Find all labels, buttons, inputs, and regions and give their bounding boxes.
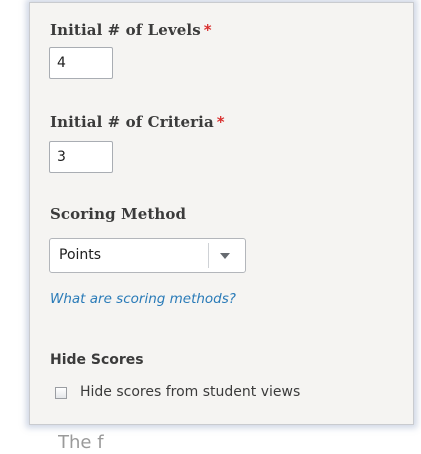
required-asterisk-icon: * [216,113,225,131]
scoring-methods-help-link[interactable]: What are scoring methods? [50,291,236,307]
required-asterisk-icon: * [203,21,212,39]
hide-scores-label: Hide Scores [50,352,144,368]
levels-label: Initial # of Levels * [50,21,212,39]
chevron-down-icon[interactable] [220,253,230,259]
scoring-method-label: Scoring Method [50,205,187,223]
scoring-method-select[interactable]: Points [49,238,246,273]
criteria-label: Initial # of Criteria * [50,113,225,131]
rubric-settings-screenshot: Initial # of Levels* Initial # of Criter… [0,0,421,454]
criteria-label-text: Initial # of Criteria [50,113,214,131]
scoring-method-value: Points [59,247,102,263]
hide-scores-checkbox[interactable] [55,387,67,399]
criteria-input[interactable] [49,141,113,173]
partial-heading-text: The f [58,432,104,453]
levels-label-text: Initial # of Levels [50,21,201,39]
select-divider [208,243,209,268]
hide-scores-checkbox-label[interactable]: Hide scores from student views [80,384,300,400]
levels-input[interactable] [49,47,113,79]
